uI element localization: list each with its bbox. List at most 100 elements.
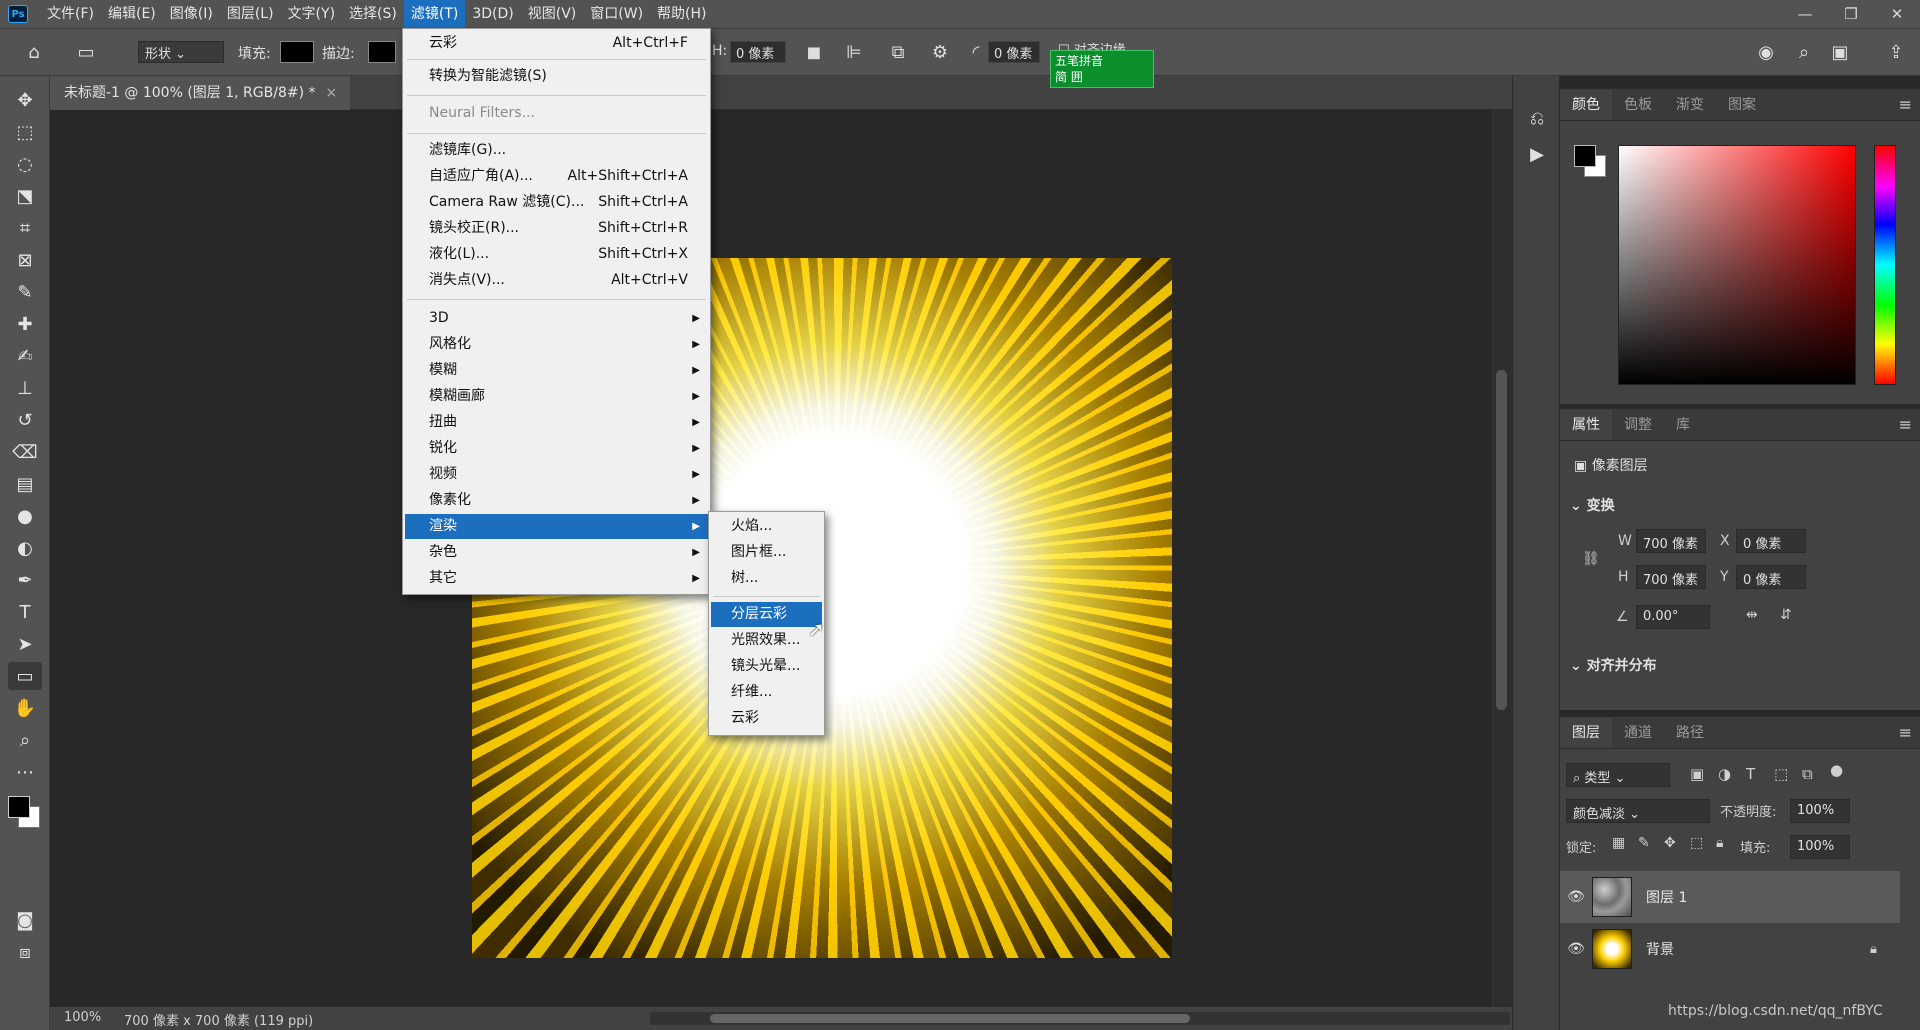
submenu-item-tree[interactable]: 树... xyxy=(711,566,822,591)
vertical-scrollbar-thumb[interactable] xyxy=(1496,370,1507,710)
menu-item-clouds-last[interactable]: 云彩 Alt+Ctrl+F xyxy=(405,31,708,56)
submenu-item-fibers[interactable]: 纤维... xyxy=(711,680,822,705)
zoom-tool-icon[interactable]: ⌕ xyxy=(8,726,42,754)
menu-item-other[interactable]: 其它 ▶ xyxy=(405,566,708,591)
menu-file[interactable]: 文件(F) xyxy=(40,0,101,28)
menu-item-3d[interactable]: 3D ▶ xyxy=(405,306,708,331)
path-operations-icon[interactable]: ◼ xyxy=(800,39,828,65)
tab-swatches[interactable]: 色板 xyxy=(1612,90,1664,120)
tab-gradients[interactable]: 渐变 xyxy=(1664,90,1716,120)
dodge-tool-icon[interactable]: ◐ xyxy=(8,534,42,562)
menu-select[interactable]: 选择(S) xyxy=(342,0,404,28)
menu-item-convert-smart-filter[interactable]: 转换为智能滤镜(S) xyxy=(405,64,708,89)
search-icon[interactable]: ⌕ xyxy=(1790,39,1818,65)
menu-item-blur[interactable]: 模糊 ▶ xyxy=(405,358,708,383)
submenu-item-flame[interactable]: 火焰... xyxy=(711,514,822,539)
width-input[interactable]: 700 像素 xyxy=(1636,529,1706,553)
eyedropper-tool-icon[interactable]: ✎ xyxy=(8,278,42,306)
submenu-item-picture-frame[interactable]: 图片框... xyxy=(711,540,822,565)
filter-adjustment-icon[interactable]: ◑ xyxy=(1718,765,1731,783)
tab-adjustments[interactable]: 调整 xyxy=(1612,410,1664,440)
tool-preset-icon[interactable]: ▭ xyxy=(72,39,100,65)
menu-3d[interactable]: 3D(D) xyxy=(465,0,520,28)
menu-item-noise[interactable]: 杂色 ▶ xyxy=(405,540,708,565)
tab-libraries[interactable]: 库 xyxy=(1664,410,1702,440)
tab-properties[interactable]: 属性 xyxy=(1560,410,1612,440)
frame-tool-icon[interactable]: ⊠ xyxy=(8,246,42,274)
panel-menu-icon[interactable]: ≡ xyxy=(1899,723,1912,742)
menu-filter[interactable]: 滤镜(T) xyxy=(403,0,466,28)
menu-item-sharpen[interactable]: 锐化 ▶ xyxy=(405,436,708,461)
menu-item-distort[interactable]: 扭曲 ▶ xyxy=(405,410,708,435)
menu-item-stylize[interactable]: 风格化 ▶ xyxy=(405,332,708,357)
type-tool-icon[interactable]: T xyxy=(8,598,42,626)
menu-item-render[interactable]: 渲染 ▶ xyxy=(405,514,708,539)
history-brush-tool-icon[interactable]: ↺ xyxy=(8,406,42,434)
layer-name[interactable]: 图层 1 xyxy=(1646,887,1900,907)
document-info[interactable]: 700 像素 x 700 像素 (119 ppi) xyxy=(124,1010,313,1029)
eye-icon[interactable]: 👁︎ xyxy=(1560,889,1592,905)
transform-section-header[interactable]: ⌄ 变换 xyxy=(1570,495,1615,515)
object-select-tool-icon[interactable]: ⬔ xyxy=(8,182,42,210)
history-panel-icon[interactable]: ⎌ xyxy=(1523,104,1551,132)
menu-item-video[interactable]: 视频 ▶ xyxy=(405,462,708,487)
menu-item-blur-gallery[interactable]: 模糊画廊 ▶ xyxy=(405,384,708,409)
path-select-tool-icon[interactable]: ➤ xyxy=(8,630,42,658)
lock-position-icon[interactable]: ✥ xyxy=(1664,835,1676,851)
foreground-color-swatch[interactable] xyxy=(8,796,30,818)
filter-type-icon[interactable]: T xyxy=(1746,765,1755,783)
menu-item-filter-gallery[interactable]: 滤镜库(G)... xyxy=(405,138,708,163)
panel-menu-icon[interactable]: ≡ xyxy=(1899,415,1912,434)
panel-menu-icon[interactable]: ≡ xyxy=(1899,95,1912,114)
path-arrangement-icon[interactable]: ⧉ xyxy=(884,39,912,65)
eye-icon[interactable]: 👁︎ xyxy=(1560,941,1592,957)
menu-help[interactable]: 帮助(H) xyxy=(650,0,713,28)
menu-type[interactable]: 文字(Y) xyxy=(281,0,342,28)
height-input[interactable]: 0 像素 xyxy=(730,41,786,63)
filter-smart-object-icon[interactable]: ⧉ xyxy=(1802,765,1813,783)
lock-pixels-icon[interactable]: ✎ xyxy=(1638,835,1650,851)
lasso-tool-icon[interactable]: ◌ xyxy=(8,150,42,178)
healing-brush-tool-icon[interactable]: ✚ xyxy=(8,310,42,338)
layer-row-background[interactable]: 👁︎ 背景 🔒︎ xyxy=(1560,923,1900,975)
actions-play-icon[interactable]: ▶ xyxy=(1523,140,1551,168)
filter-shape-icon[interactable]: ⬚ xyxy=(1774,765,1788,783)
layer-name[interactable]: 背景 xyxy=(1646,939,1870,959)
home-icon[interactable]: ⌂ xyxy=(20,39,48,65)
restore-button[interactable]: ❐ xyxy=(1828,0,1874,28)
close-button[interactable]: ✕ xyxy=(1874,0,1920,28)
submenu-item-clouds[interactable]: 云彩 xyxy=(711,706,822,731)
tab-patterns[interactable]: 图案 xyxy=(1716,90,1768,120)
zoom-level[interactable]: 100% xyxy=(64,1010,101,1025)
lock-artboard-icon[interactable]: ⬚ xyxy=(1690,835,1703,851)
hue-slider[interactable] xyxy=(1874,145,1896,385)
ime-toolbar[interactable]: 五笔拼音 简 囲 xyxy=(1050,50,1154,88)
menu-item-vanishing-point[interactable]: 消失点(V)... Alt+Ctrl+V xyxy=(405,268,708,293)
align-section-header[interactable]: ⌄ 对齐并分布 xyxy=(1570,655,1657,675)
menu-item-camera-raw[interactable]: Camera Raw 滤镜(C)... Shift+Ctrl+A xyxy=(405,190,708,215)
height-input[interactable]: 700 像素 xyxy=(1636,565,1706,589)
document-tab[interactable]: 未标题-1 @ 100% (图层 1, RGB/8#) * × xyxy=(50,76,350,110)
marquee-tool-icon[interactable]: ⬚ xyxy=(8,118,42,146)
menu-view[interactable]: 视图(V) xyxy=(521,0,584,28)
link-dimensions-icon[interactable]: ⛓ xyxy=(1582,551,1600,567)
menu-item-adaptive-wide-angle[interactable]: 自适应广角(A)... Alt+Shift+Ctrl+A xyxy=(405,164,708,189)
blur-tool-icon[interactable]: ● xyxy=(8,502,42,530)
filter-toggle-icon[interactable]: ● xyxy=(1830,761,1843,779)
menu-image[interactable]: 图像(I) xyxy=(163,0,220,28)
menu-window[interactable]: 窗口(W) xyxy=(583,0,650,28)
horizontal-scrollbar[interactable] xyxy=(650,1012,1510,1025)
menu-edit[interactable]: 编辑(E) xyxy=(101,0,163,28)
workspace-icon[interactable]: ▣ xyxy=(1826,39,1854,65)
angle-input[interactable]: 0.00° xyxy=(1636,605,1710,629)
menu-layer[interactable]: 图层(L) xyxy=(220,0,281,28)
learn-icon[interactable]: ◉ xyxy=(1752,39,1780,65)
fill-swatch[interactable] xyxy=(280,41,314,63)
fill-input[interactable]: 100% xyxy=(1790,835,1850,859)
x-input[interactable]: 0 像素 xyxy=(1736,529,1806,553)
menu-item-liquify[interactable]: 液化(L)... Shift+Ctrl+X xyxy=(405,242,708,267)
blend-mode-select[interactable]: 颜色减淡 ⌄ xyxy=(1566,799,1710,823)
tab-channels[interactable]: 通道 xyxy=(1612,718,1664,748)
tab-color[interactable]: 颜色 xyxy=(1560,90,1612,120)
clone-stamp-tool-icon[interactable]: ⊥ xyxy=(8,374,42,402)
